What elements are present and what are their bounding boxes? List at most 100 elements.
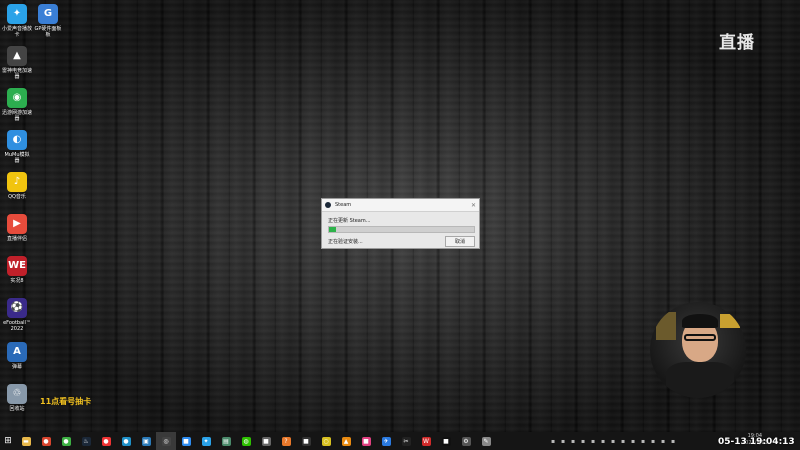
windows-start-icon[interactable]: ⊞ <box>0 432 16 450</box>
dark-app-icon: ■ <box>301 436 311 446</box>
globe-icon: ◉ <box>7 88 27 108</box>
live-companion-icon: ▶ <box>7 214 27 234</box>
360-browser-icon: ● <box>61 436 71 446</box>
wps-icon: W <box>421 436 431 446</box>
taskbar-app-button[interactable]: ● <box>56 432 76 450</box>
screen-app-icon: ▤ <box>221 436 231 446</box>
dialog-titlebar[interactable]: Steam ✕ <box>322 199 479 212</box>
bird-app-icon: ✦ <box>201 436 211 446</box>
desktop-icon[interactable]: ⚽ eFootball™ 2022 <box>2 298 32 332</box>
desktop-icon[interactable]: A 弹幕 <box>2 342 32 370</box>
update-status-text: 正在更新 Steam... <box>328 218 371 224</box>
desktop-icon-label: 回收站 <box>9 406 25 412</box>
wechat-icon: ◍ <box>241 436 251 446</box>
qq-tray-icon[interactable]: ▪ <box>648 432 658 450</box>
verify-status-text: 正在验证安装... <box>328 239 363 245</box>
taskbar-app-button[interactable]: ♨ <box>76 432 96 450</box>
desktop-icon[interactable]: ◉ 迅游网游加速 器 <box>2 88 32 122</box>
cancel-button[interactable]: 取消 <box>445 236 475 247</box>
webcam-overlay <box>650 302 746 398</box>
wall-frame-yellow <box>720 314 740 328</box>
obs-icon: ◎ <box>161 436 171 446</box>
taskbar-app-button[interactable]: ● <box>116 432 136 450</box>
taskbar-app-button[interactable]: ● <box>96 432 116 450</box>
keyboard-icon[interactable]: ▪ <box>548 432 558 450</box>
edge-icon: ● <box>121 436 131 446</box>
taskbar-app-button[interactable]: ✎ <box>476 432 496 450</box>
wifi-icon[interactable]: ▪ <box>668 432 678 450</box>
speaker-icon[interactable]: ▪ <box>618 432 628 450</box>
yellow-ring-icon: ○ <box>321 436 331 446</box>
promo-overlay-text: 11点看号抽卡 <box>40 397 92 406</box>
desktop-icon[interactable]: ♪ QQ音乐 <box>2 172 32 200</box>
black-app-icon: ■ <box>441 436 451 446</box>
taskbar-app-button[interactable]: ◎ <box>156 432 176 450</box>
taskbar-app-button[interactable]: ◍ <box>236 432 256 450</box>
taskbar-app-button[interactable]: ■ <box>296 432 316 450</box>
battery-icon[interactable]: ▪ <box>628 432 638 450</box>
desktop-icon[interactable]: G GP硬件面板 板 <box>33 4 63 38</box>
settings-tray-icon[interactable]: ▪ <box>598 432 608 450</box>
desktop-icon[interactable]: ▲ 雷神电竞加速 器 <box>2 46 32 80</box>
taskbar-app-button[interactable]: ● <box>36 432 56 450</box>
cloud-icon[interactable]: ▪ <box>588 432 598 450</box>
steam-icon: ♨ <box>81 436 91 446</box>
network-icon[interactable]: ▪ <box>558 432 568 450</box>
volume-icon[interactable]: ▪ <box>658 432 668 450</box>
desktop-icon-label: 雷神电竞加速 器 <box>2 68 33 80</box>
update-progress-bar <box>328 226 475 233</box>
system-tray: ▪ ▪ ▪ ▪ ▪ ▪ ▪ ▪ ▪ ▪ ▪ ▪ ▪ <box>548 432 678 450</box>
orange-app-icon: ? <box>281 436 291 446</box>
taskbar-app-button[interactable]: ▣ <box>136 432 156 450</box>
red-app-icon: ● <box>101 436 111 446</box>
file-explorer-icon: ▬ <box>21 436 31 446</box>
taskbar-app-button[interactable]: ✂ <box>396 432 416 450</box>
gray-app-icon: ■ <box>261 436 271 446</box>
taskbar-app-button[interactable]: ■ <box>176 432 196 450</box>
close-icon[interactable]: ✕ <box>471 202 476 209</box>
recycle-bin-icon: ♲ <box>7 384 27 404</box>
vlc-icon: ▲ <box>341 436 351 446</box>
danmaku-icon: A <box>7 342 27 362</box>
desktop-icon[interactable]: ▶ 直播伴侣 <box>2 214 32 242</box>
taskbar-app-button[interactable]: ✈ <box>376 432 396 450</box>
desktop-icon-label: 直播伴侣 <box>6 236 27 242</box>
desktop-icon[interactable]: WE 实况8 <box>2 256 32 284</box>
dialog-title: Steam <box>335 202 352 208</box>
taskbar-app-button[interactable]: ▬ <box>16 432 36 450</box>
taskbar-app-button[interactable]: ? <box>276 432 296 450</box>
desktop-icon-label: GP硬件面板 板 <box>34 26 62 38</box>
capcut-icon: ✂ <box>401 436 411 446</box>
taskbar-app-button[interactable]: ■ <box>436 432 456 450</box>
desktop-icon-label: QQ音乐 <box>8 194 26 200</box>
desktop-icon-label: 弹幕 <box>11 364 22 370</box>
taskbar: ⊞ ▬ ● ● ♨ ● ● ▣ ◎ ■ ✦ ▤ ◍ ■? ■ ○ ▲ ■ ✈ ✂ W ■ ⚙ ✎ ▪ ▪ ▪ ▪ ▪ ▪ ▪ ▪ ▪ ▪ ▪ ▪ ▪… <box>0 432 800 450</box>
desktop-icon[interactable]: ✦ 小爱声音播放 卡 <box>2 4 32 38</box>
desktop-icon-label: 迅游网游加速 器 <box>2 110 33 122</box>
streamer-body <box>666 362 734 398</box>
streamer-hair <box>682 314 718 328</box>
chat-icon[interactable]: ▪ <box>568 432 578 450</box>
desktop-icon-label: 实况8 <box>10 278 24 284</box>
eagle-icon: ▲ <box>7 46 27 66</box>
taskbar-app-button[interactable]: ▲ <box>336 432 356 450</box>
desktop-icon-label: 小爱声音播放 卡 <box>2 26 33 38</box>
taskbar-app-button[interactable]: ▤ <box>216 432 236 450</box>
wechat-tray-icon[interactable]: ▪ <box>578 432 588 450</box>
desktop-icon[interactable]: ◐ MuMu模拟 器 <box>2 130 32 164</box>
taskbar-app-button[interactable]: W <box>416 432 436 450</box>
desktop-icon[interactable]: ♲ 回收站 <box>2 384 32 412</box>
progress-fill <box>329 227 337 232</box>
taskbar-app-button[interactable]: ⚙ <box>456 432 476 450</box>
taskbar-app-button[interactable]: ✦ <box>196 432 216 450</box>
taskbar-app-button[interactable]: ■ <box>256 432 276 450</box>
monitor-app-icon: ▣ <box>141 436 151 446</box>
taskbar-app-button[interactable]: ■ <box>356 432 376 450</box>
stream-timestamp: 05-13 19:04:13 <box>718 437 795 447</box>
feather-app-icon: ✈ <box>381 436 391 446</box>
taskbar-app-button[interactable]: ○ <box>316 432 336 450</box>
security-icon[interactable]: ▪ <box>608 432 618 450</box>
live-watermark: 直播 <box>719 33 755 53</box>
notification-icon[interactable]: ▪ <box>638 432 648 450</box>
wall-frame <box>656 312 676 340</box>
